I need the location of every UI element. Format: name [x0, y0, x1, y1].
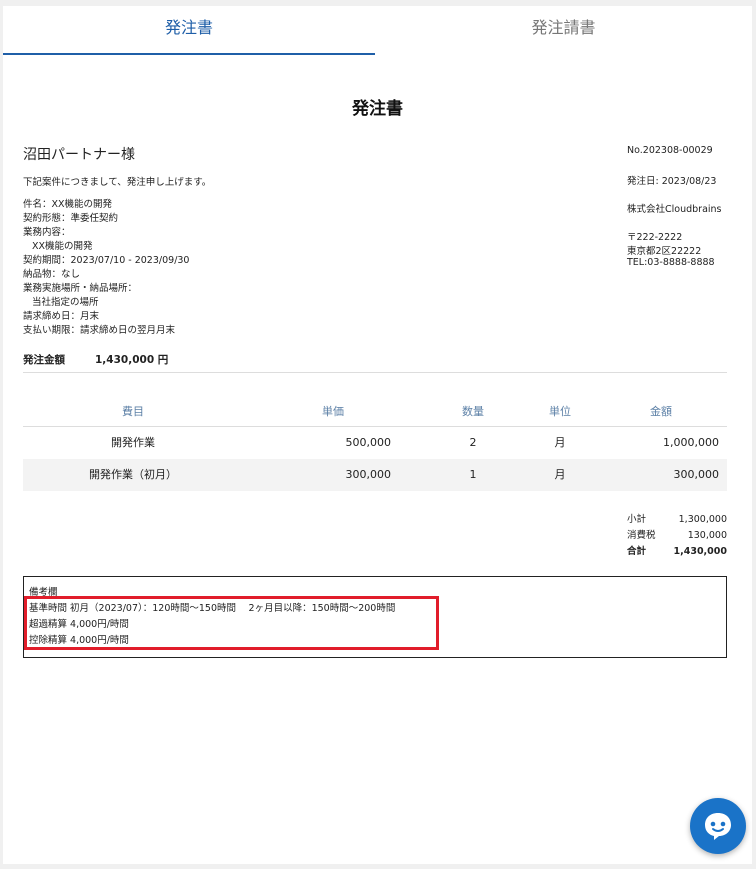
detail-work-location-label: 業務実施場所・納品場所： — [23, 283, 138, 294]
tax-row: 消費税 130,000 — [627, 528, 727, 544]
header-item: 費目 — [122, 405, 144, 418]
detail-payment-due: 支払い期限：請求締め日の翌月月末 — [23, 325, 176, 336]
row-unit: 月 — [554, 468, 566, 481]
issuer-address: 東京都2区22222 — [627, 246, 702, 257]
order-total-value: 1,430,000 円 — [95, 354, 169, 366]
header-unit-price: 単価 — [322, 405, 344, 418]
subtotal-label: 小計 — [627, 514, 647, 525]
order-details: 件名：XX機能の開発 契約形態：準委任契約 業務内容： XX機能の開発 契約期間… — [23, 198, 189, 338]
header-unit: 単位 — [549, 405, 571, 418]
remarks-box: 備考欄 基準時間 初月（2023/07）：120時間〜150時間 2ヶ月目以降：… — [23, 576, 727, 658]
detail-contract-period: 契約期間：2023/07/10 - 2023/09/30 — [23, 255, 190, 266]
detail-contract-type: 契約形態：準委任契約 — [23, 213, 119, 224]
issuer-company: 株式会社Cloudbrains — [627, 204, 722, 215]
items-table-header: 費目 単価 数量 単位 金額 — [23, 398, 727, 427]
amount-summary: 小計 1,300,000 消費税 130,000 合計 1,430,000 — [627, 512, 727, 560]
tab-order-acceptance[interactable]: 発注請書 — [375, 6, 752, 55]
document-tabs: 発注書 発注請書 — [3, 6, 752, 55]
purchase-order-page: 発注書 発注請書 発注書 沼田パートナー様 下記案件につきまして、発注申し上げま… — [3, 6, 752, 864]
issue-date: 発注日: 2023/08/23 — [627, 176, 717, 187]
grand-total-row: 合計 1,430,000 — [627, 544, 727, 560]
chat-button[interactable] — [690, 798, 746, 854]
table-row: 開発作業（初月） 300,000 1 月 300,000 — [23, 459, 727, 491]
chat-bubble-icon — [705, 813, 731, 840]
page-title: 発注書 — [352, 99, 403, 119]
issuer-tel: TEL:03-8888-8888 — [627, 257, 715, 268]
row-item: 開発作業（初月） — [89, 468, 177, 481]
detail-work-location: 当社指定の場所 — [32, 297, 99, 308]
intro-text: 下記案件につきまして、発注申し上げます。 — [23, 177, 212, 188]
row-unit: 月 — [554, 436, 566, 449]
row-unit-price: 300,000 — [345, 468, 392, 481]
grand-total-value: 1,430,000 — [673, 546, 728, 557]
highlight-box — [24, 596, 439, 650]
tax-value: 130,000 — [687, 530, 727, 541]
row-item: 開発作業 — [111, 436, 155, 449]
subtotal-value: 1,300,000 — [678, 514, 727, 525]
recipient-name: 沼田パートナー様 — [23, 147, 135, 163]
subtotal-row: 小計 1,300,000 — [627, 512, 727, 528]
order-total-label: 発注金額 — [23, 354, 65, 366]
header-quantity: 数量 — [462, 405, 484, 418]
issuer-postal: 〒222-2222 — [627, 232, 683, 243]
order-number: No.202308-00029 — [627, 145, 713, 156]
row-amount: 300,000 — [673, 468, 720, 481]
header-amount: 金額 — [650, 405, 672, 418]
tax-label: 消費税 — [627, 530, 656, 541]
detail-work-content: XX機能の開発 — [32, 241, 93, 252]
table-row: 開発作業 500,000 2 月 1,000,000 — [23, 427, 727, 459]
row-amount: 1,000,000 — [663, 436, 719, 449]
row-quantity: 2 — [469, 436, 477, 449]
tab-purchase-order[interactable]: 発注書 — [3, 6, 375, 55]
row-quantity: 1 — [469, 468, 477, 481]
grand-total-label: 合計 — [627, 546, 647, 557]
order-total: 発注金額 1,430,000 円 — [23, 350, 727, 373]
detail-work-content-label: 業務内容： — [23, 227, 71, 238]
row-unit-price: 500,000 — [345, 436, 392, 449]
items-table: 費目 単価 数量 単位 金額 開発作業 500,000 2 月 1,000,00… — [23, 398, 727, 491]
detail-subject: 件名：XX機能の開発 — [23, 199, 113, 210]
detail-deliverables: 納品物：なし — [23, 269, 81, 280]
detail-billing-cutoff: 請求締め日：月末 — [23, 311, 100, 322]
